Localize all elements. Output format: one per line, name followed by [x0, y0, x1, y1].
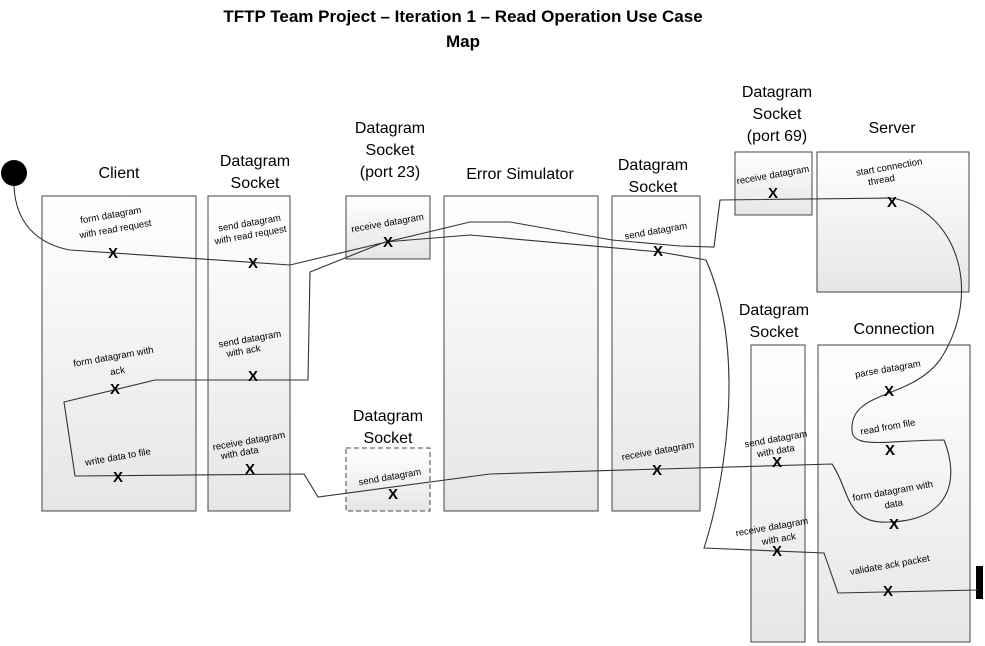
port69-label-3: (port 69)	[747, 128, 807, 145]
x-marker: X	[245, 461, 255, 478]
x-marker: X	[383, 234, 393, 251]
port23-label-1: Datagram	[355, 120, 425, 137]
x-marker: X	[653, 243, 663, 260]
server-label: Server	[868, 120, 916, 137]
x-marker: X	[889, 516, 899, 533]
x-marker: X	[388, 486, 398, 503]
use-case-map: TFTP Team Project – Iteration 1 – Read O…	[1, 7, 983, 643]
port23-label-2: Socket	[366, 142, 415, 159]
x-marker: X	[883, 583, 893, 600]
diagram-title-line2: Map	[446, 32, 480, 51]
port69-label-1: Datagram	[742, 84, 812, 101]
x-marker: X	[652, 462, 662, 479]
client-socket-label-2: Socket	[231, 175, 280, 192]
conn-socket-label-2: Socket	[750, 324, 799, 341]
client-socket-label-1: Datagram	[220, 153, 290, 170]
connection-label: Connection	[854, 321, 935, 338]
start-point	[1, 160, 27, 186]
socket-bottom-label-2: Socket	[364, 430, 413, 447]
error-simulator-label: Error Simulator	[466, 166, 574, 183]
x-marker: X	[113, 469, 123, 486]
x-marker: X	[772, 454, 782, 471]
error-simulator-box	[443, 195, 599, 512]
port69-label-2: Socket	[753, 106, 802, 123]
x-marker: X	[108, 245, 118, 262]
diagram-title-line1: TFTP Team Project – Iteration 1 – Read O…	[223, 7, 702, 26]
conn-socket-label-1: Datagram	[739, 302, 809, 319]
x-marker: X	[887, 194, 897, 211]
x-marker: X	[110, 381, 120, 398]
es-socket-label-2: Socket	[629, 179, 678, 196]
x-marker: X	[248, 368, 258, 385]
x-marker: X	[768, 185, 778, 202]
connection-socket-box	[750, 344, 806, 643]
es-socket-label-1: Datagram	[618, 157, 688, 174]
x-marker: X	[884, 383, 894, 400]
socket-bottom-label-1: Datagram	[353, 408, 423, 425]
x-marker: X	[772, 543, 782, 560]
end-bar	[976, 566, 983, 599]
x-marker: X	[885, 442, 895, 459]
x-marker: X	[248, 255, 258, 272]
client-label: Client	[99, 165, 140, 182]
port23-label-3: (port 23)	[360, 164, 420, 181]
